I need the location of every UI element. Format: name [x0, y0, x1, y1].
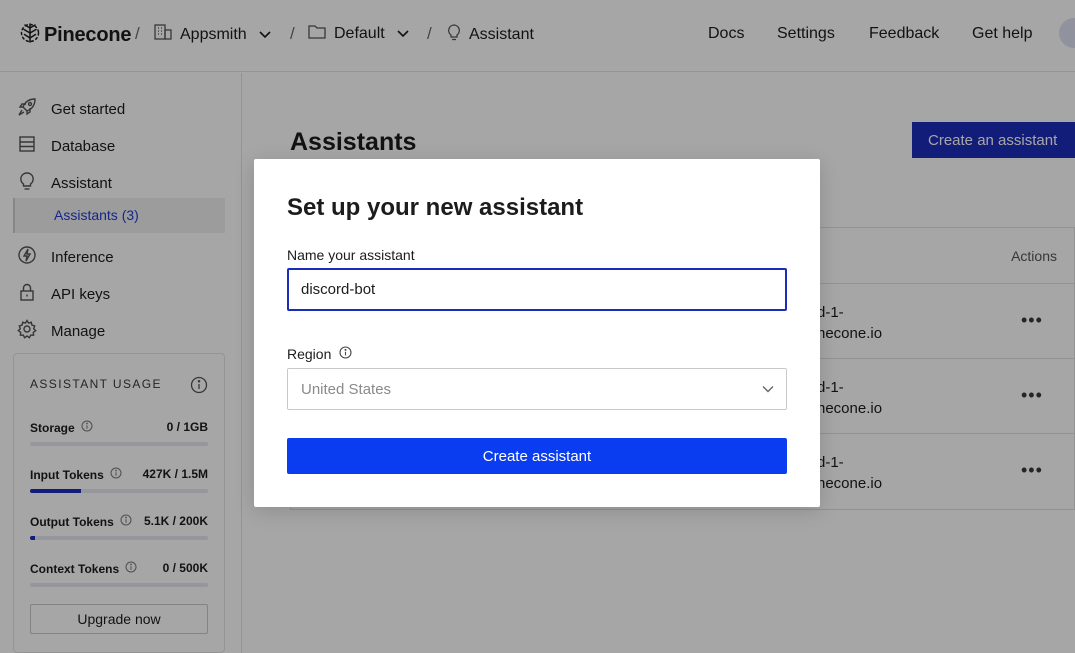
- create-assistant-button[interactable]: Create assistant: [287, 438, 787, 474]
- region-label-text: Region: [287, 346, 332, 362]
- region-field-label: Region: [287, 346, 352, 362]
- name-field-label: Name your assistant: [287, 247, 415, 263]
- region-select[interactable]: United States: [287, 368, 787, 410]
- name-field-label-text: Name your assistant: [287, 247, 415, 263]
- modal-title: Set up your new assistant: [287, 194, 584, 221]
- chevron-down-icon: [762, 386, 774, 393]
- info-icon[interactable]: [339, 346, 352, 362]
- assistant-name-input[interactable]: [287, 268, 787, 311]
- new-assistant-modal: Set up your new assistant Name your assi…: [254, 159, 820, 507]
- region-select-value: United States: [301, 381, 392, 398]
